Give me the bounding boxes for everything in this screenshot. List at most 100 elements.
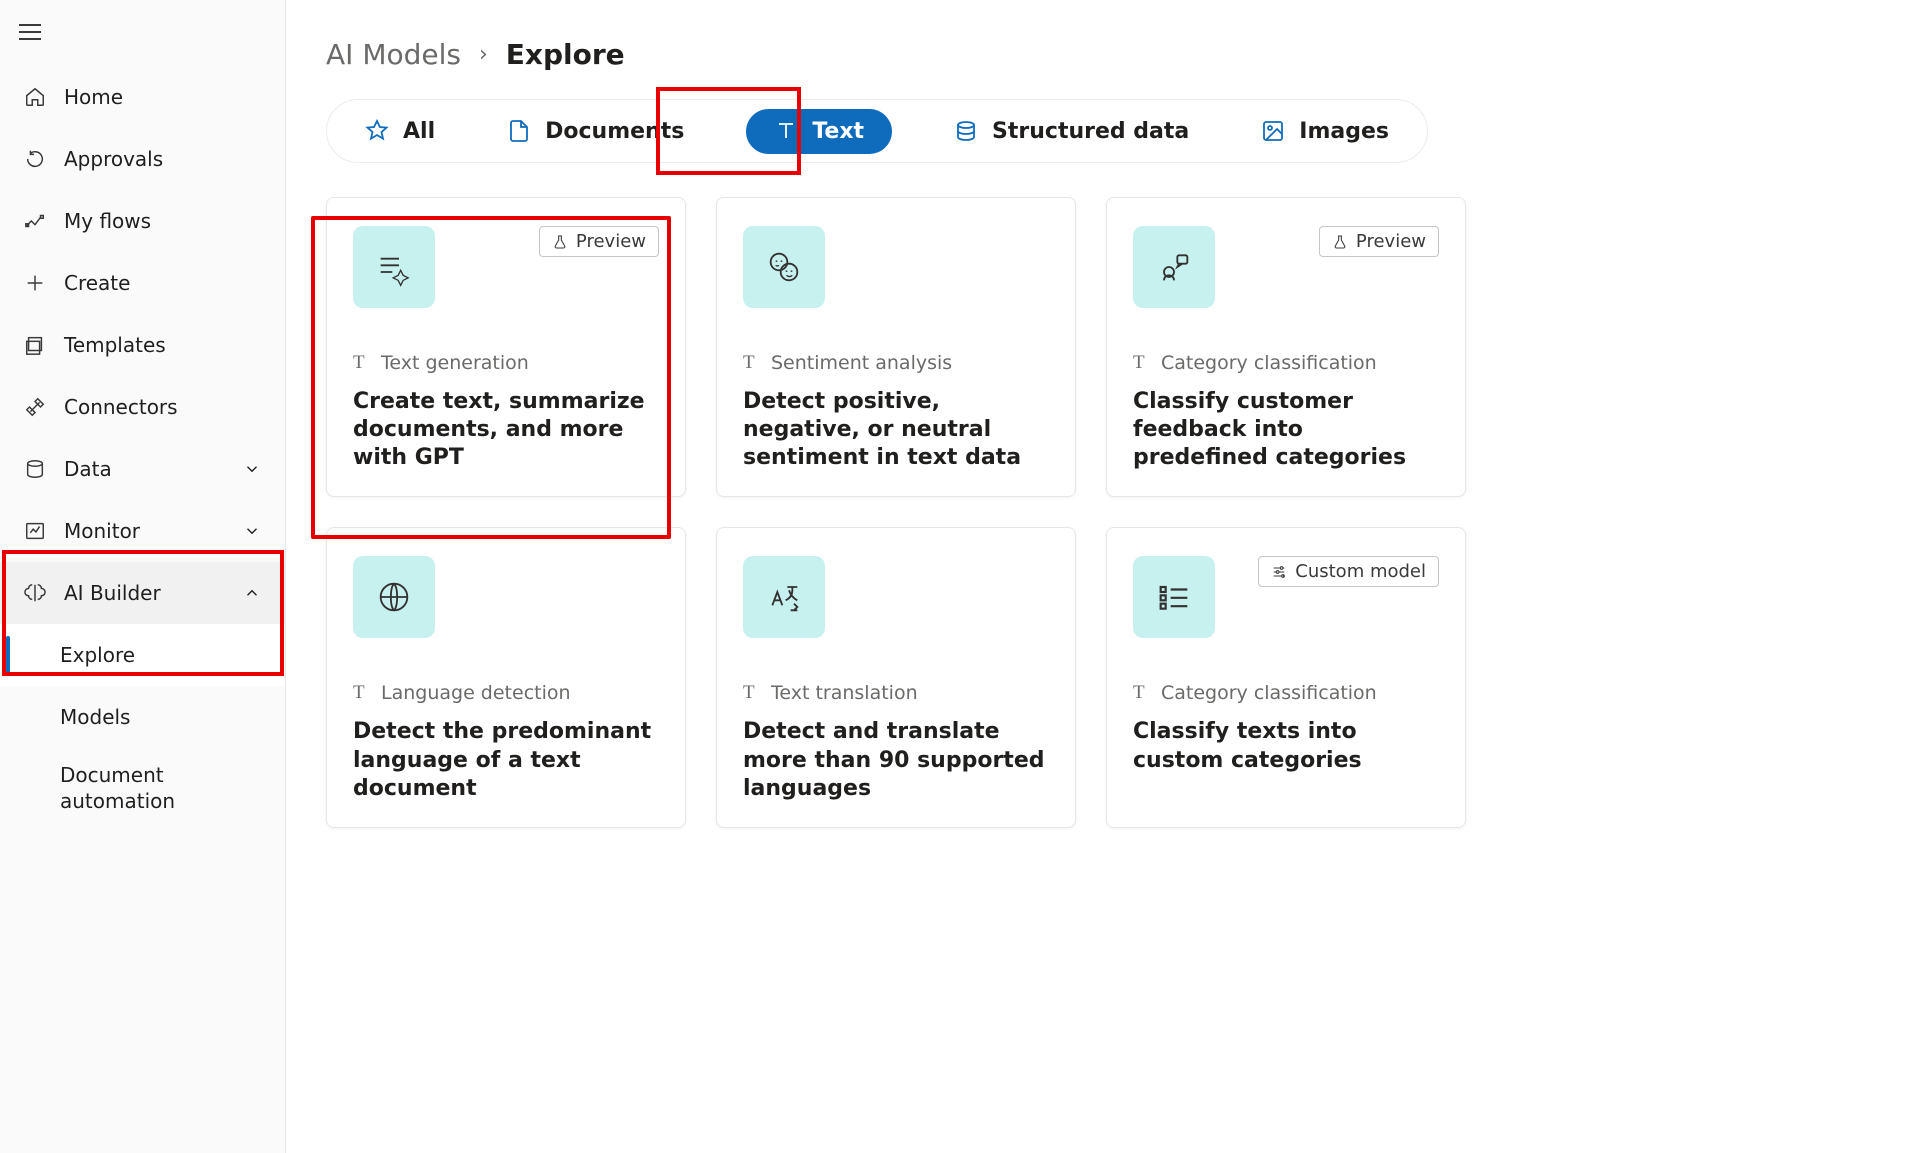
model-card-custom-category[interactable]: Custom model T Category classification C… xyxy=(1106,527,1466,827)
sidebar-sub-label: Document automation xyxy=(60,762,285,814)
sidebar-item-label: Approvals xyxy=(64,147,163,171)
filter-text[interactable]: Text xyxy=(746,109,892,154)
chevron-up-icon xyxy=(243,584,261,602)
approvals-icon xyxy=(24,148,46,170)
sidebar-item-connectors[interactable]: Connectors xyxy=(0,376,285,438)
sparkle-lines-icon xyxy=(353,226,435,308)
document-icon xyxy=(507,119,531,143)
text-type-icon: T xyxy=(353,682,369,704)
badge-label: Preview xyxy=(576,231,646,252)
card-category-label: Text generation xyxy=(381,352,529,374)
sidebar-item-monitor[interactable]: Monitor xyxy=(0,500,285,562)
sidebar-item-label: AI Builder xyxy=(64,581,161,605)
database-icon xyxy=(954,119,978,143)
card-category-label: Category classification xyxy=(1161,352,1377,374)
filter-label: Documents xyxy=(545,119,684,144)
card-category: T Category classification xyxy=(1133,352,1439,374)
filter-documents[interactable]: Documents xyxy=(497,113,694,150)
home-icon xyxy=(24,86,46,108)
card-category: T Language detection xyxy=(353,682,659,704)
breadcrumb-current: Explore xyxy=(506,38,625,71)
card-title: Create text, summarize documents, and mo… xyxy=(353,388,659,472)
card-title: Detect and translate more than 90 suppor… xyxy=(743,718,1049,802)
model-card-language-detection[interactable]: T Language detection Detect the predomin… xyxy=(326,527,686,827)
filter-label: Structured data xyxy=(992,119,1189,144)
model-card-text-generation[interactable]: Preview T Text generation Create text, s… xyxy=(326,197,686,497)
star-icon xyxy=(365,119,389,143)
breadcrumb-parent[interactable]: AI Models xyxy=(326,38,461,71)
text-type-icon: T xyxy=(743,682,759,704)
text-type-icon: T xyxy=(1133,682,1149,704)
sidebar-sub-document-automation[interactable]: Document automation xyxy=(0,748,285,828)
sidebar-sub-models[interactable]: Models xyxy=(0,686,285,748)
plus-icon xyxy=(24,272,46,294)
card-title: Detect the predominant language of a tex… xyxy=(353,718,659,802)
chevron-down-icon xyxy=(243,522,261,540)
filter-structured-data[interactable]: Structured data xyxy=(944,113,1199,150)
filter-label: Images xyxy=(1299,119,1389,144)
filter-all[interactable]: All xyxy=(355,113,445,150)
database-icon xyxy=(24,458,46,480)
model-card-category-classification[interactable]: Preview T Category classification Classi… xyxy=(1106,197,1466,497)
sidebar-nav: Home Approvals My flows Create Templates xyxy=(0,66,285,828)
sentiment-icon xyxy=(743,226,825,308)
sidebar-item-approvals[interactable]: Approvals xyxy=(0,128,285,190)
model-card-text-translation[interactable]: T Text translation Detect and translate … xyxy=(716,527,1076,827)
text-type-icon: T xyxy=(743,352,759,374)
brain-icon xyxy=(24,582,46,604)
sidebar-item-aibuilder[interactable]: AI Builder xyxy=(0,562,285,624)
sidebar-sub-explore[interactable]: Explore xyxy=(0,624,285,686)
sidebar-item-label: Connectors xyxy=(64,395,178,419)
translate-icon xyxy=(743,556,825,638)
sidebar-item-label: Home xyxy=(64,85,123,109)
filter-label: All xyxy=(403,119,435,144)
sidebar-item-label: Create xyxy=(64,271,130,295)
preview-badge: Preview xyxy=(539,226,659,257)
text-type-icon: T xyxy=(1133,352,1149,374)
badge-label: Custom model xyxy=(1295,561,1426,582)
card-category: T Sentiment analysis xyxy=(743,352,1049,374)
sidebar-item-templates[interactable]: Templates xyxy=(0,314,285,376)
filter-label: Text xyxy=(812,119,864,144)
sidebar-item-data[interactable]: Data xyxy=(0,438,285,500)
image-icon xyxy=(1261,119,1285,143)
text-icon xyxy=(774,119,798,143)
chevron-right-icon: › xyxy=(479,42,488,67)
sidebar-item-home[interactable]: Home xyxy=(0,66,285,128)
connectors-icon xyxy=(24,396,46,418)
model-card-sentiment-analysis[interactable]: T Sentiment analysis Detect positive, ne… xyxy=(716,197,1076,497)
card-category: T Text generation xyxy=(353,352,659,374)
sidebar-item-label: My flows xyxy=(64,209,151,233)
main-content: AI Models › Explore All Documents xyxy=(286,0,1926,1153)
flask-icon xyxy=(1332,234,1348,250)
templates-icon xyxy=(24,334,46,356)
globe-icon xyxy=(353,556,435,638)
custom-model-badge: Custom model xyxy=(1258,556,1439,587)
sidebar-item-create[interactable]: Create xyxy=(0,252,285,314)
feedback-icon xyxy=(1133,226,1215,308)
card-category-label: Sentiment analysis xyxy=(771,352,952,374)
hamburger-icon xyxy=(19,31,41,33)
breadcrumb: AI Models › Explore xyxy=(326,38,1890,71)
hamburger-menu-button[interactable] xyxy=(0,8,60,56)
filter-images[interactable]: Images xyxy=(1251,113,1399,150)
flask-icon xyxy=(552,234,568,250)
card-category: T Text translation xyxy=(743,682,1049,704)
monitor-icon xyxy=(24,520,46,542)
flows-icon xyxy=(24,210,46,232)
sidebar-item-myflows[interactable]: My flows xyxy=(0,190,285,252)
badge-label: Preview xyxy=(1356,231,1426,252)
sidebar-sub-label: Models xyxy=(60,705,130,729)
list-icon xyxy=(1133,556,1215,638)
card-title: Classify customer feedback into predefin… xyxy=(1133,388,1439,472)
chevron-down-icon xyxy=(243,460,261,478)
card-grid: Preview T Text generation Create text, s… xyxy=(326,197,1890,828)
card-category: T Category classification xyxy=(1133,682,1439,704)
filter-bar: All Documents Text Structured data xyxy=(326,99,1428,163)
sidebar: Home Approvals My flows Create Templates xyxy=(0,0,286,1153)
card-category-label: Language detection xyxy=(381,682,571,704)
sidebar-item-label: Data xyxy=(64,457,112,481)
text-type-icon: T xyxy=(353,352,369,374)
card-title: Detect positive, negative, or neutral se… xyxy=(743,388,1049,472)
sidebar-item-label: Templates xyxy=(64,333,166,357)
